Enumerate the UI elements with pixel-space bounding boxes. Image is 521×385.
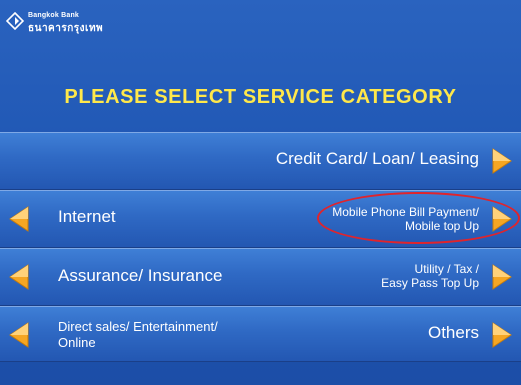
others-label: Others: [427, 323, 479, 342]
mobile-bill-payment-line-1: Mobile Phone Bill Payment/: [332, 205, 479, 219]
credit-card-loan-leasing-label: Credit Card/ Loan/ Leasing: [275, 149, 479, 168]
direct-sales-label: Direct sales/ Entertainment/ Online: [58, 319, 218, 351]
bank-logo-icon: [6, 12, 24, 30]
mobile-bill-payment-label: Mobile Phone Bill Payment/ Mobile top Up: [219, 205, 479, 233]
page-title: PLEASE SELECT SERVICE CATEGORY: [64, 86, 457, 108]
atm-screen: Bangkok Bank ธนาคารกรุงเทพ PLEASE SELECT…: [0, 0, 521, 385]
bank-name-thai: ธนาคารกรุงเทพ: [28, 23, 104, 34]
arrow-left-icon: [9, 322, 29, 348]
arrow-right-icon: [492, 264, 512, 290]
option-row-2: Internet Mobile Phone Bill Payment/ Mobi…: [0, 190, 521, 248]
arrow-right-icon: [492, 148, 512, 174]
option-row-4: Direct sales/ Entertainment/ Online Othe…: [0, 306, 521, 362]
arrow-left-icon: [9, 264, 29, 290]
arrow-right-icon: [492, 322, 512, 348]
bank-name-english: Bangkok Bank: [28, 12, 80, 19]
direct-sales-line-2: Online: [58, 335, 96, 350]
arrow-left-icon: [9, 206, 29, 232]
mobile-bill-payment-line-2: Mobile top Up: [404, 219, 479, 233]
internet-label: Internet: [58, 207, 116, 226]
assurance-insurance-label: Assurance/ Insurance: [58, 266, 223, 285]
arrow-right-icon: [492, 206, 512, 232]
utility-tax-line-2: Easy Pass Top Up: [381, 276, 479, 290]
mobile-bill-payment-button[interactable]: Mobile Phone Bill Payment/ Mobile top Up: [221, 191, 521, 247]
bank-brand: Bangkok Bank ธนาคารกรุงเทพ: [2, 2, 202, 42]
others-button[interactable]: Others: [221, 307, 521, 361]
utility-tax-easypass-button[interactable]: Utility / Tax / Easy Pass Top Up: [221, 249, 521, 305]
option-row-3: Assurance/ Insurance Utility / Tax / Eas…: [0, 248, 521, 306]
utility-tax-easypass-label: Utility / Tax / Easy Pass Top Up: [219, 262, 479, 290]
credit-card-loan-leasing-button[interactable]: Credit Card/ Loan/ Leasing: [221, 133, 521, 189]
option-row-1: Credit Card/ Loan/ Leasing: [0, 132, 521, 190]
direct-sales-line-1: Direct sales/ Entertainment/: [58, 319, 218, 334]
utility-tax-line-1: Utility / Tax /: [414, 262, 479, 276]
